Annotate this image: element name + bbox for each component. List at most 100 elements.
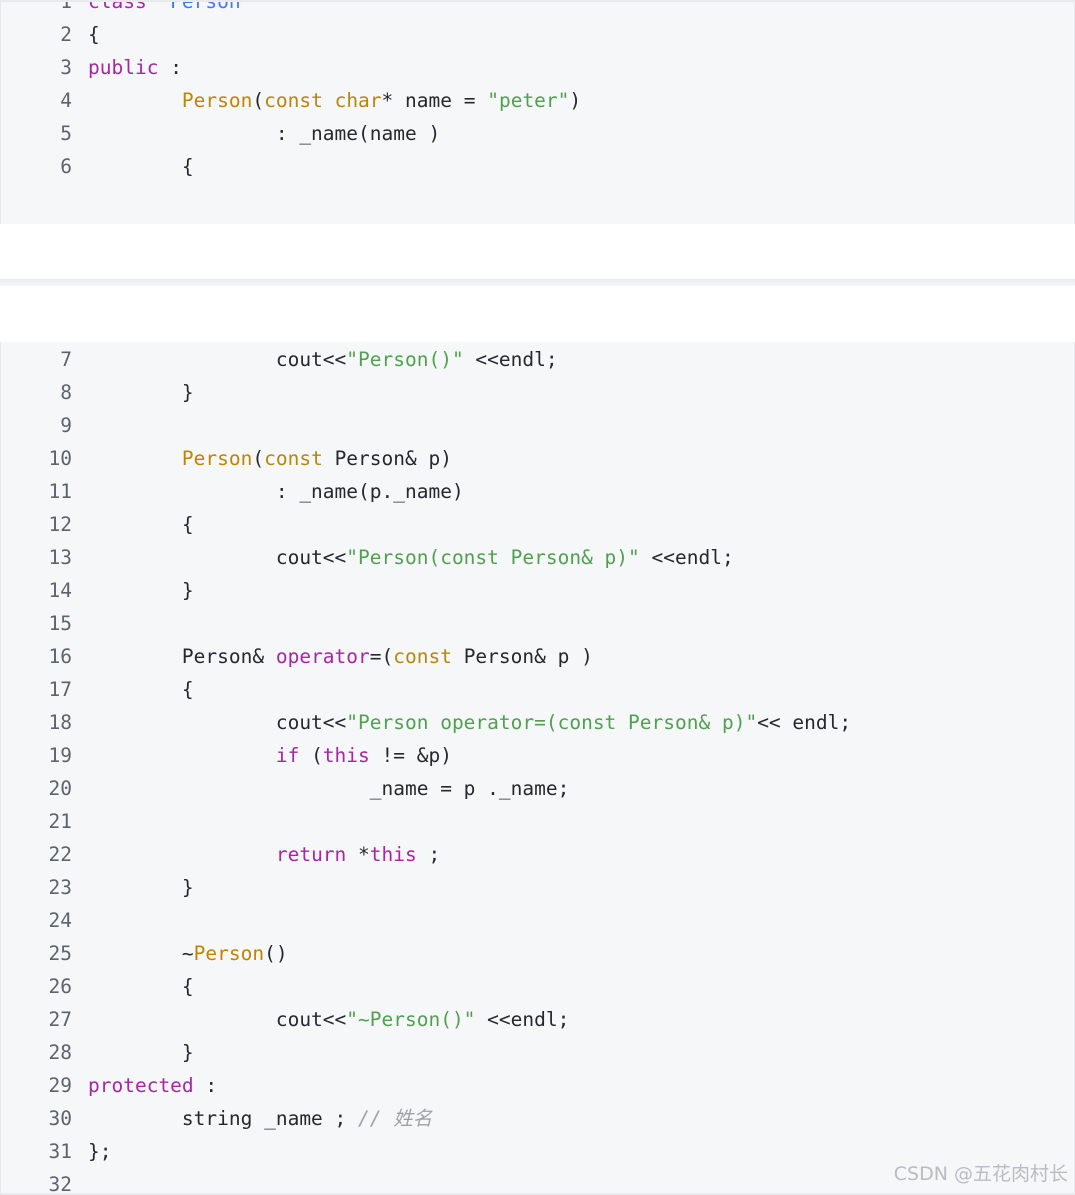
line-number: 17	[48, 678, 72, 701]
code-token: :	[193, 1074, 218, 1097]
line-number: 12	[48, 513, 72, 536]
line-number: 28	[48, 1041, 72, 1064]
code-text: string _name ; // 姓名	[88, 1102, 432, 1135]
code-text: class Person	[88, 0, 241, 18]
code-text: cout<<"Person operator=(const Person& p)…	[88, 706, 851, 739]
code-token: Person	[170, 0, 241, 13]
code-line: 29 protected :	[1, 1069, 1074, 1102]
code-token: Person	[193, 942, 265, 965]
code-token: "Person operator=(const Person& p)"	[346, 711, 758, 734]
code-token: Person& p )	[451, 645, 593, 668]
code-text: public :	[88, 51, 182, 84]
code-token: "~Person()"	[346, 1008, 476, 1031]
code-token: this	[369, 843, 417, 866]
code-token: protected	[88, 1074, 194, 1097]
code-text: if (this != &p)	[88, 739, 452, 772]
code-token: const	[264, 89, 323, 112]
code-token: (	[252, 447, 265, 470]
line-number: 18	[48, 711, 72, 734]
code-line: 20 _name = p ._name;	[1, 772, 1074, 805]
code-token: {	[88, 23, 100, 46]
code-line: 27 cout<<"~Person()" <<endl;	[1, 1003, 1074, 1036]
code-token: const	[264, 447, 323, 470]
line-number: 1	[60, 0, 72, 13]
code-token: Person	[181, 89, 253, 112]
code-line: 8 }	[1, 376, 1074, 409]
code-text: {	[88, 970, 194, 1003]
code-text: {	[88, 673, 194, 706]
code-line: 16 Person& operator=(const Person& p )	[1, 640, 1074, 673]
code-token: public	[88, 56, 159, 79]
line-number: 13	[48, 546, 72, 569]
line-number: 25	[48, 942, 72, 965]
code-text: {	[88, 18, 100, 51]
code-line: 6 {	[1, 150, 1074, 183]
code-text: };	[88, 1135, 111, 1168]
code-token: return	[275, 843, 347, 866]
line-number: 21	[48, 810, 72, 833]
code-text: return *this ;	[88, 838, 440, 871]
code-token: }	[88, 381, 194, 404]
line-number: 26	[48, 975, 72, 998]
code-lines: 7 cout<<"Person()" <<endl; 8 } 9 10 Person(…	[1, 343, 1074, 1193]
code-line: 5 : _name(name )	[1, 117, 1074, 150]
code-lines: 1 class Person 2{3 public :4 Person(const c…	[1, 0, 1074, 183]
code-token: <<endl;	[475, 1008, 570, 1031]
line-number: 16	[48, 645, 72, 668]
line-number: 7	[60, 348, 72, 371]
code-token: };	[88, 1140, 112, 1163]
line-number: 8	[60, 381, 72, 404]
code-line: 15	[1, 607, 1074, 640]
code-block-top[interactable]: 1 class Person 2{3 public :4 Person(const c…	[0, 0, 1075, 224]
code-line: 13 cout<<"Person(const Person& p)" <<end…	[1, 541, 1074, 574]
code-token: ~	[88, 942, 194, 965]
line-number: 20	[48, 777, 72, 800]
watermark: CSDN @五花肉村长	[893, 1163, 1068, 1185]
code-text: }	[88, 376, 194, 409]
code-token: != &p)	[369, 744, 452, 767]
code-token: : _name(p._name)	[88, 480, 464, 503]
line-number: 5	[60, 122, 72, 145]
line-number: 23	[48, 876, 72, 899]
code-text: Person(const Person& p)	[88, 442, 452, 475]
code-token: Person& p)	[322, 447, 452, 470]
code-line: 26 {	[1, 970, 1074, 1003]
code-token: (	[252, 89, 265, 112]
code-line: 25 ~Person()	[1, 937, 1074, 970]
code-text: ~Person()	[88, 937, 288, 970]
code-block-bottom[interactable]: 7 cout<<"Person()" <<endl; 8 } 9 10 Person(…	[0, 342, 1075, 1195]
code-text: Person(const char* name = "peter")	[88, 84, 581, 117]
code-token: class	[88, 0, 147, 13]
code-token: <<endl;	[639, 546, 734, 569]
code-line: 30 string _name ; // 姓名	[1, 1102, 1074, 1135]
code-line: 19 if (this != &p)	[1, 739, 1074, 772]
code-token: _name = p ._name;	[88, 777, 570, 800]
line-number: 9	[60, 414, 72, 437]
code-text: cout<<"Person(const Person& p)" <<endl;	[88, 541, 734, 574]
code-line: 23 }	[1, 871, 1074, 904]
code-line: 4 Person(const char* name = "peter")	[1, 84, 1074, 117]
line-number: 22	[48, 843, 72, 866]
code-token: : _name(name )	[88, 122, 441, 145]
code-token: // 姓名	[358, 1107, 433, 1130]
line-number: 19	[48, 744, 72, 767]
code-token: * name =	[381, 89, 488, 112]
code-text: cout<<"~Person()" <<endl;	[88, 1003, 570, 1036]
code-line: 28 }	[1, 1036, 1074, 1069]
line-number: 4	[60, 89, 72, 112]
line-number: 31	[48, 1140, 72, 1163]
code-line: 24	[1, 904, 1074, 937]
line-number: 3	[60, 56, 72, 79]
code-line: 12 {	[1, 508, 1074, 541]
code-token: Person&	[88, 645, 276, 668]
code-token: (	[299, 744, 323, 767]
line-number: 30	[48, 1107, 72, 1130]
line-number: 10	[48, 447, 72, 470]
code-text: }	[88, 871, 194, 904]
code-line: 10 Person(const Person& p)	[1, 442, 1074, 475]
code-token: cout<<	[88, 546, 347, 569]
